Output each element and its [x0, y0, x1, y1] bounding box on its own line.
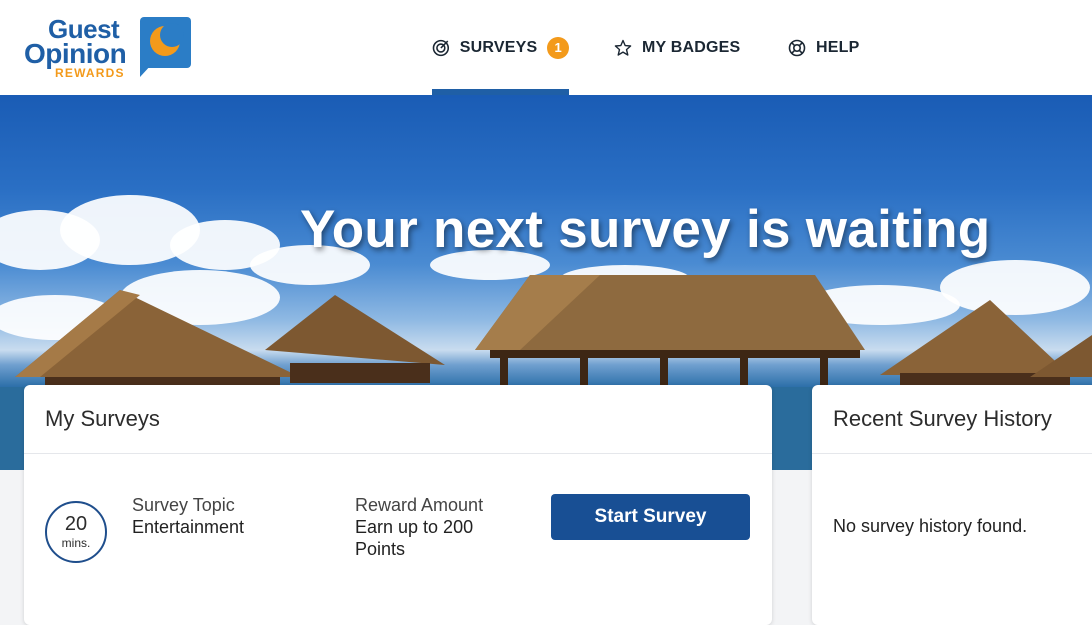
survey-topic-label: Survey Topic [132, 495, 235, 515]
nav-my-badges[interactable]: MY BADGES [614, 0, 740, 95]
my-surveys-card: My Surveys 20 mins. Survey Topic Enterta… [24, 385, 772, 625]
survey-duration-timer: 20 mins. [45, 501, 107, 563]
recent-survey-history-card: Recent Survey History No survey history … [812, 385, 1092, 625]
duration-unit: mins. [61, 536, 91, 550]
logo-bubble-icon [140, 17, 191, 68]
surveys-count-badge: 1 [547, 36, 569, 59]
moon-cut [160, 23, 184, 47]
star-icon [614, 39, 632, 56]
start-survey-button[interactable]: Start Survey [551, 494, 750, 540]
nav-my-badges-label: MY BADGES [642, 38, 741, 56]
logo-text-rewards: REWARDS [55, 66, 125, 80]
top-header: Guest Opinion REWARDS SURVEYS 1 MY BADGE… [0, 0, 1092, 95]
nav-surveys-label: SURVEYS [459, 38, 538, 56]
reward-amount-label: Reward Amount [355, 495, 484, 515]
nav-help-label: HELP [816, 38, 860, 56]
lifebuoy-icon [788, 39, 806, 56]
guest-opinion-rewards-logo[interactable]: Guest Opinion REWARDS [24, 14, 194, 80]
nav-surveys[interactable]: SURVEYS 1 [432, 0, 569, 95]
duration-value: 20 [64, 513, 88, 535]
recent-survey-history-title: Recent Survey History [812, 385, 1092, 454]
no-history-message: No survey history found. [833, 516, 1028, 536]
my-surveys-title: My Surveys [24, 385, 772, 454]
hero-title: Your next survey is waiting [300, 200, 991, 259]
target-icon [432, 39, 450, 56]
survey-topic-value: Entertainment [132, 517, 245, 537]
reward-amount-value: Earn up to 200 Points [355, 517, 474, 559]
nav-help[interactable]: HELP [788, 0, 859, 95]
active-tab-indicator [432, 89, 569, 95]
logo-bubble-tail [140, 64, 152, 77]
